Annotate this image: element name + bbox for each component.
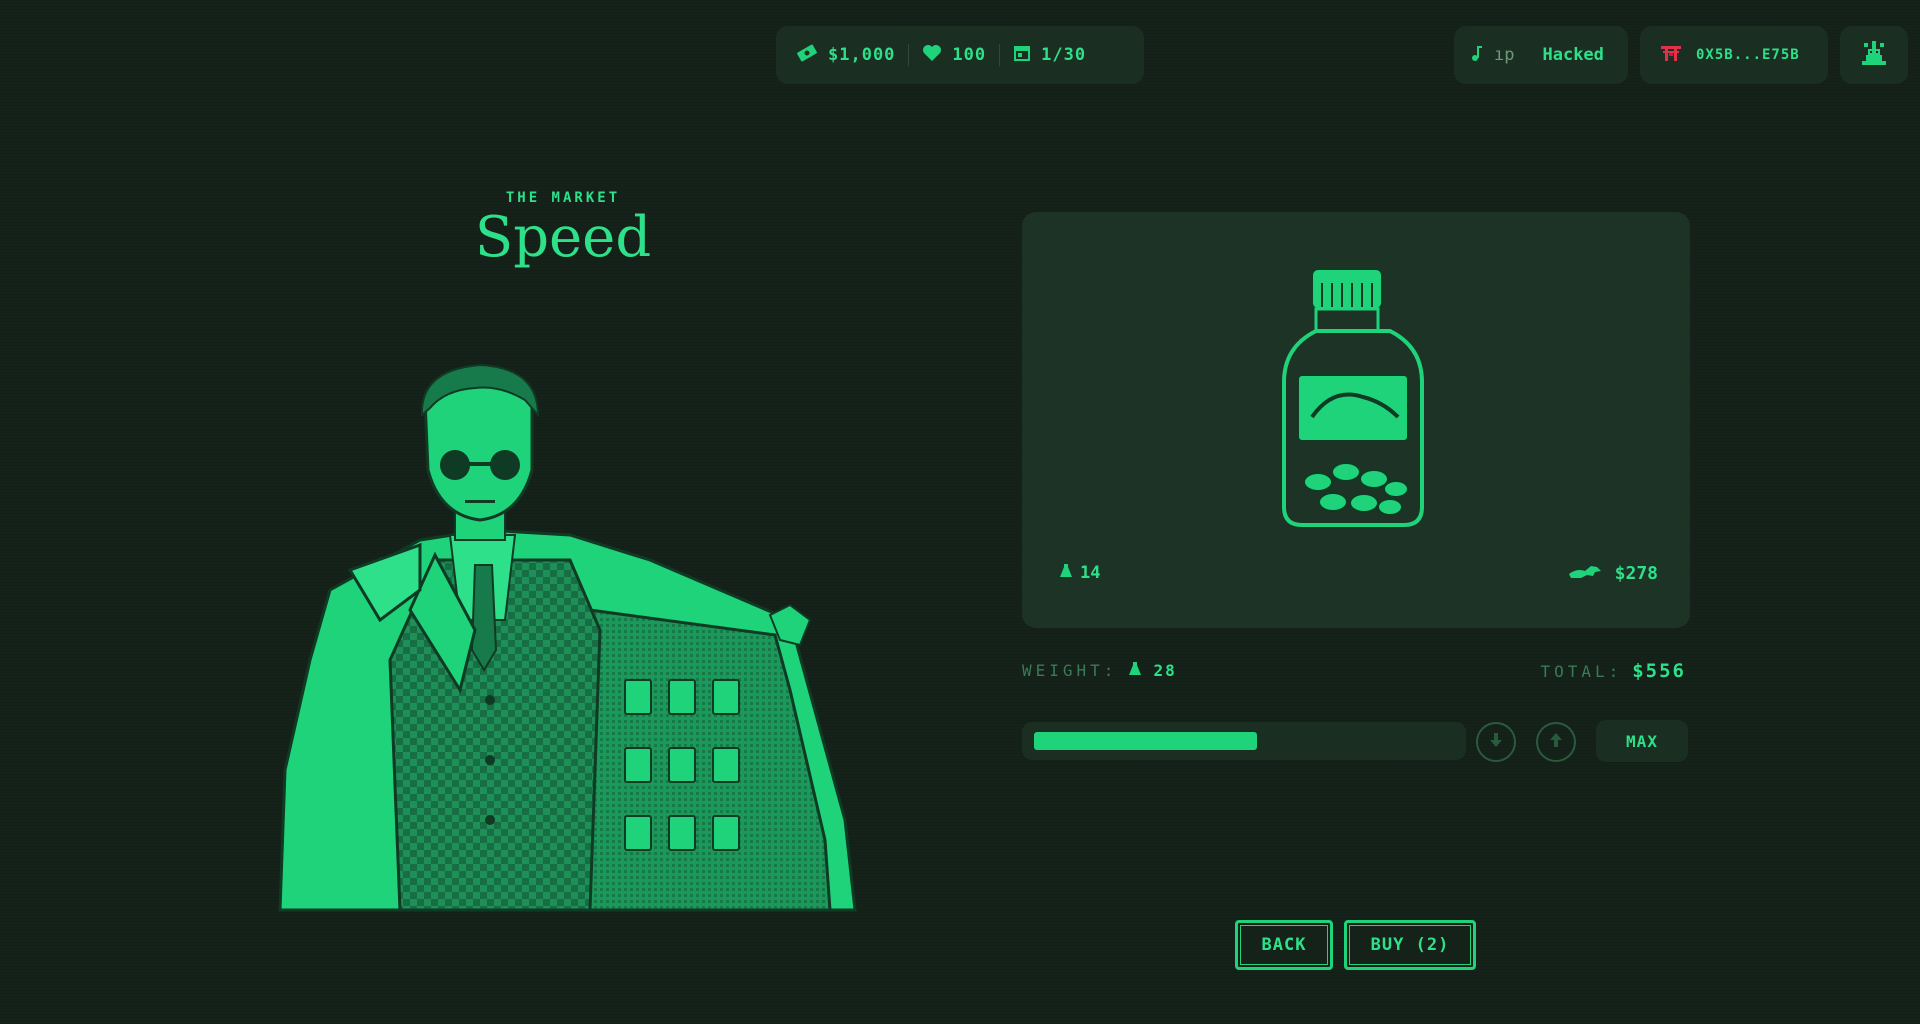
unit-price-value: $278 [1614,563,1658,584]
day-value: 1/30 [1041,45,1087,65]
heart-icon [922,44,942,67]
cash-icon [796,44,818,67]
health-value: 100 [952,45,987,65]
buy-button[interactable]: BUY (2) [1344,920,1476,970]
arrow-down-icon [1486,730,1506,754]
unit-weight-value: 14 [1080,562,1101,583]
unit-price: $278 [1567,562,1658,585]
calendar-icon [1013,44,1031,67]
back-button[interactable]: BACK [1235,920,1333,970]
quantity-slider-fill[interactable] [1034,732,1257,750]
order-weight: WEIGHT: 28 [1022,660,1177,680]
weight-icon [1127,660,1143,680]
pill-bottle-image [1278,267,1428,529]
weight-label: WEIGHT: [1022,660,1118,680]
divider [908,44,910,66]
music-status: Hacked [1542,45,1604,65]
total-label: TOTAL: [1540,661,1623,681]
weight-icon [1058,562,1074,583]
arrow-up-icon [1546,730,1566,754]
player-stats-bar: $1,000 100 1/30 [776,26,1144,84]
total-value: $556 [1632,660,1686,682]
product-card: 14 $278 [1022,212,1690,628]
quantity-slider[interactable] [1022,722,1466,760]
order-total: TOTAL: $556 [1540,660,1686,682]
weight-value: 28 [1153,660,1177,680]
increase-quantity-button[interactable] [1536,722,1576,762]
wallet-button[interactable]: 0X5B...E75B [1640,26,1828,84]
cash-stat: $1,000 [796,44,895,67]
divider [999,44,1001,66]
cash-value: $1,000 [828,45,896,65]
avatar-icon [1858,37,1890,73]
rabbit-price-icon [1567,562,1603,585]
music-player[interactable]: ıp Hacked [1454,26,1628,84]
unit-weight: 14 [1058,562,1100,583]
music-note-icon[interactable] [1470,44,1484,67]
max-button[interactable]: MAX [1596,720,1688,762]
day-stat: 1/30 [1013,44,1086,67]
drug-title: Speed [474,205,652,270]
wallet-address: 0X5B...E75B [1696,47,1800,63]
market-eyebrow: THE MARKET [505,190,621,206]
wallet-torii-icon [1660,44,1682,66]
decrease-quantity-button[interactable] [1476,722,1516,762]
health-stat: 100 [922,44,986,67]
music-track-name: ıp [1494,45,1515,65]
profile-button[interactable] [1840,26,1908,84]
dealer-illustration [270,360,860,915]
